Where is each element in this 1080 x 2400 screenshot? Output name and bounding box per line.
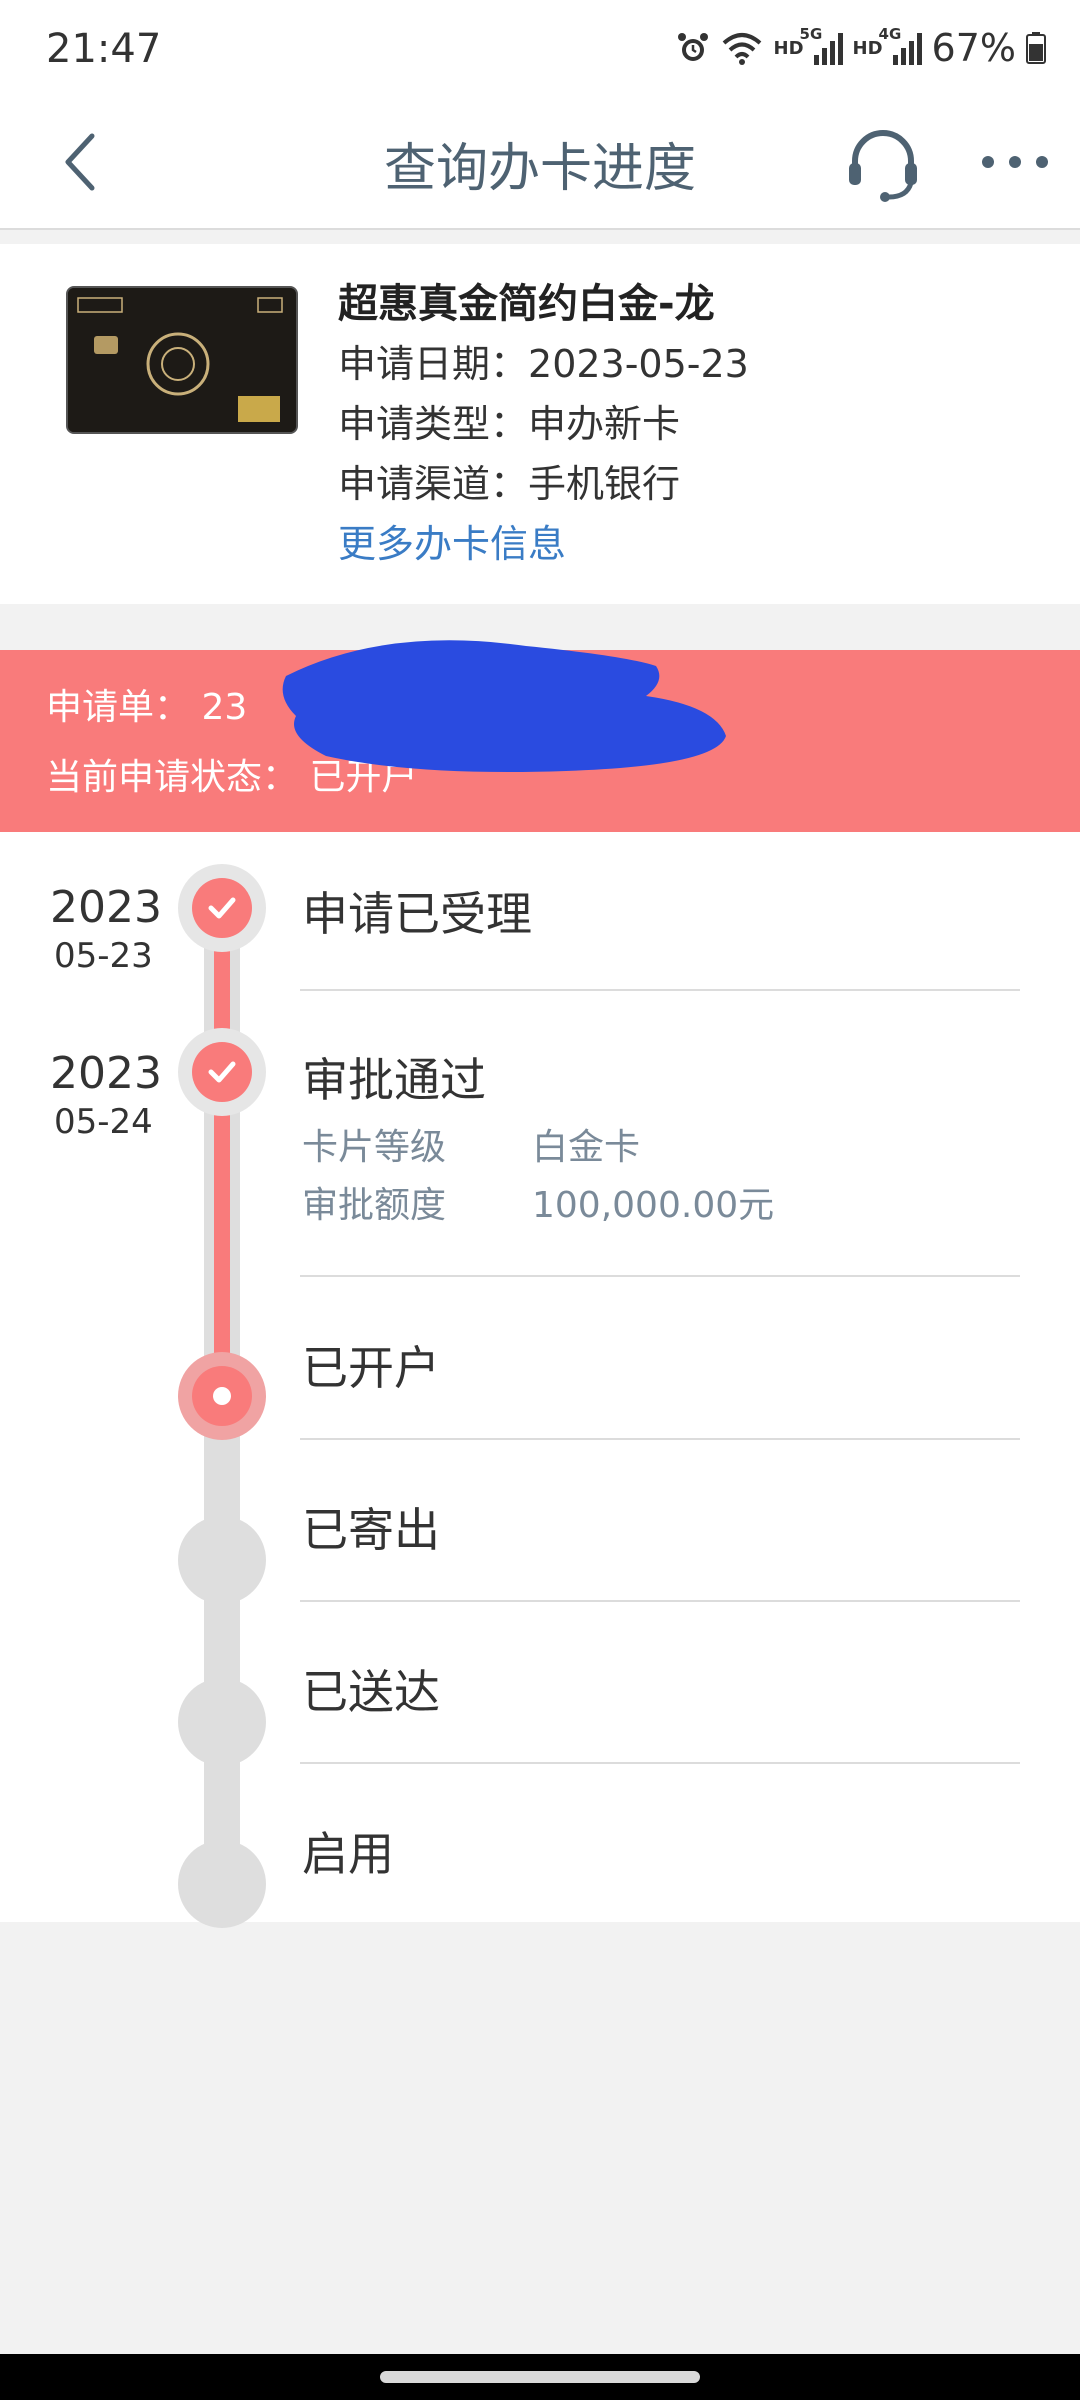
status-time: 21:47 xyxy=(46,26,162,72)
current-dot-icon xyxy=(213,1387,231,1405)
check-icon xyxy=(208,897,236,919)
step-2-title: 审批通过 xyxy=(302,1053,486,1107)
alarm-icon xyxy=(677,33,708,61)
step-divider xyxy=(300,1762,1020,1764)
step-1-title: 申请已受理 xyxy=(302,887,532,941)
order-number-label: 申请单： xyxy=(46,687,191,728)
step-4-title: 已寄出 xyxy=(302,1503,440,1557)
progress-timeline: 2023 05-23 申请已受理 2023 05-24 审批通过 卡片等级 白金… xyxy=(0,832,1080,1928)
apply-type-value: 申办新卡 xyxy=(528,402,681,446)
app-header: 查询办卡进度 xyxy=(0,100,1080,230)
network-5g-label: 5G xyxy=(799,25,823,43)
more-icon xyxy=(982,156,1048,168)
step-5-title: 已送达 xyxy=(302,1665,440,1719)
step-divider xyxy=(300,1275,1020,1277)
home-gesture-bar[interactable] xyxy=(380,2371,700,2383)
step-6-title: 启用 xyxy=(302,1827,394,1881)
redaction-scribble xyxy=(282,640,726,772)
apply-type-label: 申请类型： xyxy=(338,402,529,446)
apply-channel-row: 申请渠道：手机银行 xyxy=(338,454,749,514)
step-2-date: 05-24 xyxy=(54,1102,153,1142)
apply-channel-value: 手机银行 xyxy=(528,462,681,506)
more-button[interactable] xyxy=(975,122,1055,202)
system-nav-bar xyxy=(0,2354,1080,2400)
card-image xyxy=(66,286,298,434)
status-icons: HD 5G HD 4G 67% xyxy=(676,25,1046,70)
battery-percent: 67% xyxy=(931,26,1016,70)
signal-5g-icon: 5G xyxy=(800,25,843,65)
timeline-progress xyxy=(214,878,230,1398)
card-level-value: 白金卡 xyxy=(532,1127,641,1168)
step-2-node xyxy=(178,1028,266,1116)
check-icon xyxy=(208,1061,236,1083)
application-status-banner: 申请单： 23 当前申请状态： 已开户 xyxy=(0,640,1080,832)
more-card-info-link[interactable]: 更多办卡信息 xyxy=(338,514,749,574)
apply-channel-label: 申请渠道： xyxy=(338,462,529,506)
approved-limit-label: 审批额度 xyxy=(302,1185,447,1226)
approved-limit-value: 100,000.00元 xyxy=(532,1185,775,1226)
step-5-node xyxy=(178,1678,266,1766)
step-1-node xyxy=(178,864,266,952)
apply-date-label: 申请日期： xyxy=(338,342,529,386)
step-3-node xyxy=(178,1352,266,1440)
network-4g-label: 4G xyxy=(878,25,902,43)
apply-date-value: 2023-05-23 xyxy=(528,342,749,386)
step-4-node xyxy=(178,1516,266,1604)
customer-service-button[interactable] xyxy=(838,118,928,208)
order-number-value: 23 xyxy=(201,687,248,728)
apply-type-row: 申请类型：申办新卡 xyxy=(338,394,749,454)
order-number-row: 申请单： 23 xyxy=(46,678,247,730)
card-info-section: 超惠真金简约白金-龙 申请日期：2023-05-23 申请类型：申办新卡 申请渠… xyxy=(0,244,1080,604)
headset-icon xyxy=(849,130,917,202)
current-status-label: 当前申请状态： xyxy=(46,757,299,798)
apply-date-row: 申请日期：2023-05-23 xyxy=(338,334,749,394)
wifi-icon xyxy=(722,33,761,65)
step-divider xyxy=(300,1438,1020,1440)
signal-4g-icon: 4G xyxy=(879,25,922,65)
card-name: 超惠真金简约白金-龙 xyxy=(338,281,715,327)
card-level-label: 卡片等级 xyxy=(302,1127,447,1168)
step-divider xyxy=(300,1600,1020,1602)
step-6-node xyxy=(178,1840,266,1928)
battery-icon xyxy=(1026,32,1046,64)
status-bar: 21:47 HD 5G HD 4G 67% xyxy=(0,0,1080,100)
step-1-date: 05-23 xyxy=(54,936,153,976)
step-divider xyxy=(300,989,1020,991)
step-3-title: 已开户 xyxy=(302,1341,440,1395)
step-1-year: 2023 xyxy=(50,882,162,933)
step-2-year: 2023 xyxy=(50,1048,162,1099)
